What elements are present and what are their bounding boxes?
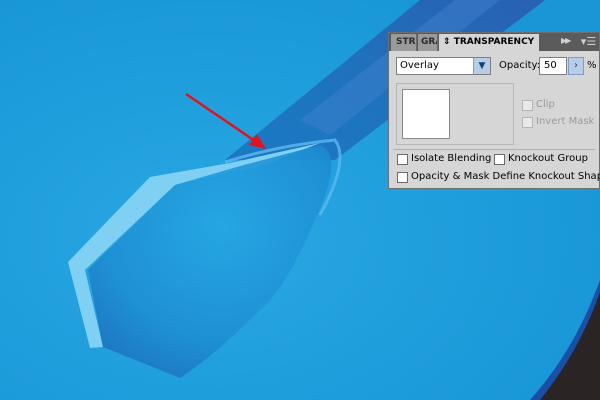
panel-tab-bar: STROKE GRADIENT ⇕ TRANSPARENCY ▶▶ ▾☰ (389, 33, 599, 51)
panel-menu-icon[interactable]: ▾☰ (580, 35, 597, 48)
tab-transparency-label: TRANSPARENCY (453, 37, 535, 47)
opacity-input[interactable]: 50 (539, 57, 567, 75)
opacity-mask-knockout-checkbox[interactable] (397, 172, 408, 183)
isolate-blending-checkbox[interactable] (397, 154, 408, 165)
knockout-group-label: Knockout Group (508, 153, 588, 164)
invert-mask-checkbox[interactable] (522, 117, 533, 128)
panel-divider (393, 149, 595, 150)
tab-stroke[interactable]: STROKE (391, 34, 417, 51)
artwork-thumbnail[interactable] (402, 89, 450, 139)
isolate-blending-label: Isolate Blending (411, 153, 492, 164)
tab-gradient[interactable]: GRADIENT (418, 34, 438, 51)
tab-grip-icon: ⇕ (443, 37, 451, 47)
invert-mask-label: Invert Mask (536, 116, 595, 127)
opacity-label: Opacity: (499, 60, 541, 71)
opacity-mask-area (396, 83, 514, 145)
opacity-unit: % (587, 60, 597, 71)
panel-collapse-icon[interactable]: ▶▶ (561, 36, 571, 45)
blend-mode-dropdown[interactable]: Overlay ▼ (396, 57, 491, 75)
dropdown-arrow-icon[interactable]: ▼ (473, 58, 490, 74)
clip-checkbox[interactable] (522, 100, 533, 111)
clip-label: Clip (536, 99, 555, 110)
opacity-mask-knockout-label: Opacity & Mask Define Knockout Shape (411, 171, 600, 182)
blend-mode-value: Overlay (400, 60, 439, 71)
knockout-group-checkbox[interactable] (494, 154, 505, 165)
transparency-panel: STROKE GRADIENT ⇕ TRANSPARENCY ▶▶ ▾☰ Ove… (388, 32, 600, 189)
tab-transparency[interactable]: ⇕ TRANSPARENCY (439, 34, 539, 51)
stepper-arrow-icon[interactable]: › (568, 57, 584, 75)
